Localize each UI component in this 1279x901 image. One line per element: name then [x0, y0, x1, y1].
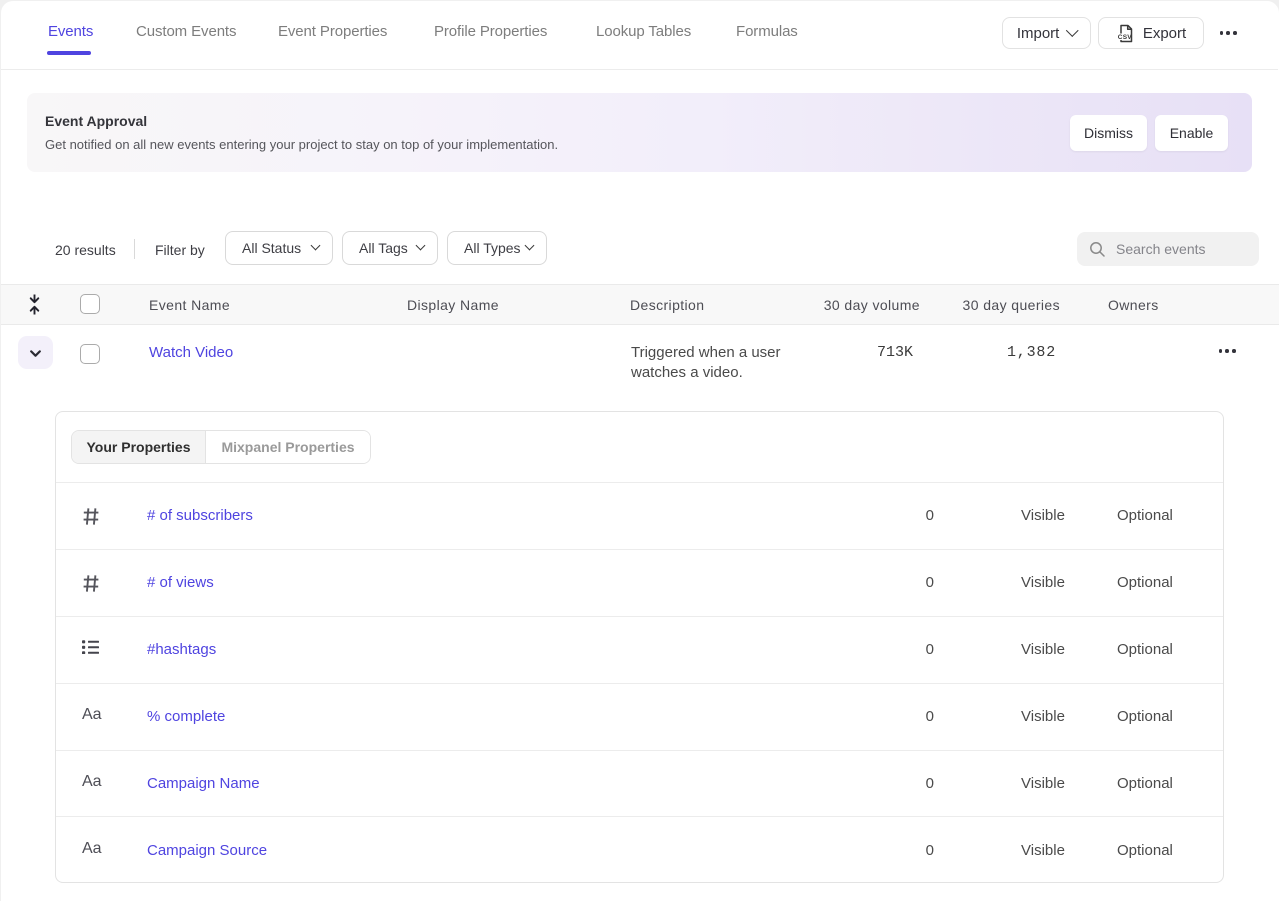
- svg-text:CSV: CSV: [1118, 34, 1132, 41]
